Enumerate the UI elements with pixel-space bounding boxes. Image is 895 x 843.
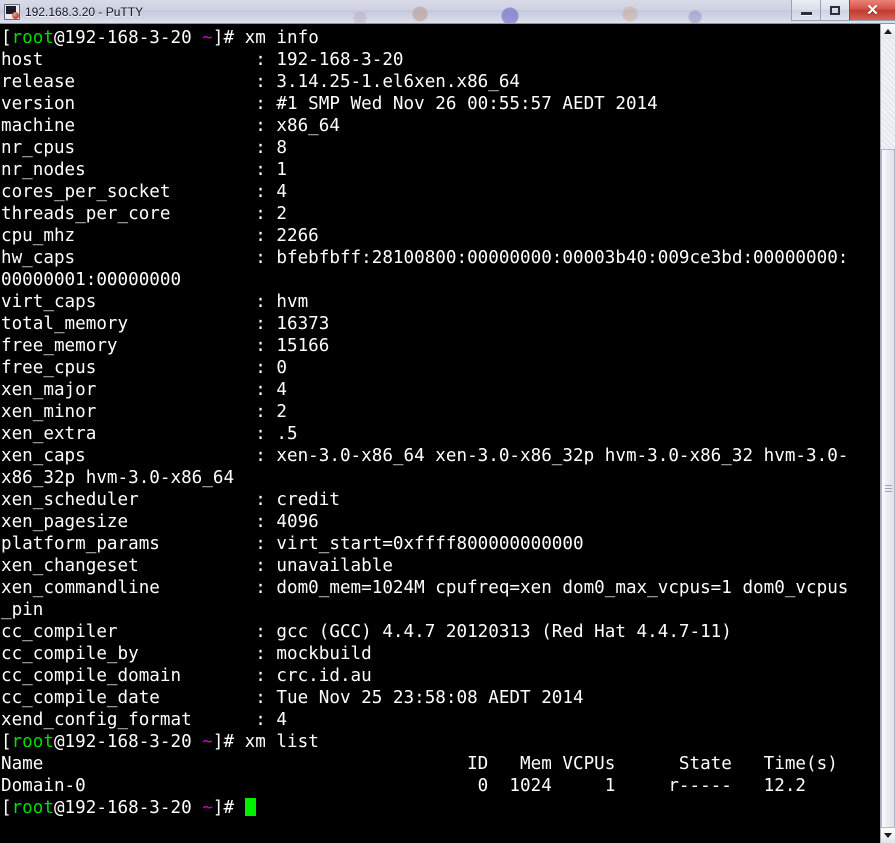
window-title: 192.168.3.20 - PuTTY <box>25 4 144 19</box>
block-cursor <box>244 798 256 816</box>
terminal-line: cpu_mhz : 2266 <box>1 226 319 246</box>
terminal-line: 00000001:00000000 <box>1 270 182 290</box>
terminal-line: total_memory : 16373 <box>1 314 330 334</box>
terminal-line: release : 3.14.25-1.el6xen.x86_64 <box>1 72 521 92</box>
terminal-line: xen_scheduler : credit <box>1 490 340 510</box>
scroll-thumb[interactable] <box>881 149 895 828</box>
terminal-line: nr_cpus : 8 <box>1 138 287 158</box>
close-icon: ✕ <box>866 1 879 19</box>
terminal-line: xen_caps : xen-3.0-x86_64 xen-3.0-x86_32… <box>1 446 849 466</box>
terminal-line: threads_per_core : 2 <box>1 204 287 224</box>
scroll-up-arrow[interactable] <box>881 24 895 39</box>
putty-terminal-icon <box>4 3 20 20</box>
terminal-line: xend_config_format : 4 <box>1 710 287 730</box>
terminal-line: [root@192-168-3-20 ~]# <box>1 797 880 819</box>
terminal-line: host : 192-168-3-20 <box>1 50 404 70</box>
terminal-line: nr_nodes : 1 <box>1 160 287 180</box>
terminal-line: [root@192-168-3-20 ~]# xm list <box>1 732 319 752</box>
terminal-line: xen_extra : .5 <box>1 424 298 444</box>
terminal-line: x86_32p hvm-3.0-x86_64 <box>1 468 235 488</box>
terminal-line: cc_compile_date : Tue Nov 25 23:58:08 AE… <box>1 688 584 708</box>
terminal-line: _pin <box>1 600 44 620</box>
chevron-up-icon <box>884 29 892 34</box>
minimize-button[interactable] <box>791 0 820 21</box>
terminal-line: cc_compiler : gcc (GCC) 4.4.7 20120313 (… <box>1 622 732 642</box>
close-button[interactable]: ✕ <box>849 0 895 21</box>
scroll-down-arrow[interactable] <box>881 828 895 843</box>
terminal-line: hw_caps : bfebfbff:28100800:00000000:000… <box>1 248 849 268</box>
terminal-line: xen_pagesize : 4096 <box>1 512 319 532</box>
title-bar[interactable]: 192.168.3.20 - PuTTY ✕ <box>0 0 895 24</box>
terminal-line: platform_params : virt_start=0xffff80000… <box>1 534 584 554</box>
minimize-icon <box>800 11 812 15</box>
scroll-thumb-grip <box>884 483 892 494</box>
window-controls: ✕ <box>791 0 895 22</box>
terminal-line: [root@192-168-3-20 ~]# xm info <box>1 28 319 48</box>
terminal-line: cc_compile_by : mockbuild <box>1 644 372 664</box>
terminal-line: xen_major : 4 <box>1 380 287 400</box>
terminal-line: cores_per_socket : 4 <box>1 182 287 202</box>
maximize-icon <box>830 5 840 15</box>
terminal-output[interactable]: [root@192-168-3-20 ~]# xm info host : 192… <box>0 24 880 819</box>
terminal-line: Name ID Mem VCPUs State Time(s) <box>1 754 838 774</box>
maximize-button[interactable] <box>820 0 849 21</box>
terminal-line: version : #1 SMP Wed Nov 26 00:55:57 AED… <box>1 94 658 114</box>
terminal-line: Domain-0 0 1024 1 r----- 12.2 <box>1 776 807 796</box>
icon-plug-shape <box>12 11 19 19</box>
putty-window: 192.168.3.20 - PuTTY ✕ [root@192-168-3-2… <box>0 0 895 843</box>
terminal-line: machine : x86_64 <box>1 116 340 136</box>
terminal-line: xen_commandline : dom0_mem=1024M cpufreq… <box>1 578 849 598</box>
terminal-line: cc_compile_domain : crc.id.au <box>1 666 372 686</box>
terminal-line: free_memory : 15166 <box>1 336 330 356</box>
terminal-scrollbar[interactable] <box>880 24 895 843</box>
terminal-area[interactable]: [root@192-168-3-20 ~]# xm info host : 192… <box>0 24 895 843</box>
terminal-line: xen_changeset : unavailable <box>1 556 393 576</box>
terminal-line: virt_caps : hvm <box>1 292 309 312</box>
chevron-down-icon <box>884 833 892 838</box>
terminal-line: xen_minor : 2 <box>1 402 287 422</box>
terminal-line: free_cpus : 0 <box>1 358 287 378</box>
